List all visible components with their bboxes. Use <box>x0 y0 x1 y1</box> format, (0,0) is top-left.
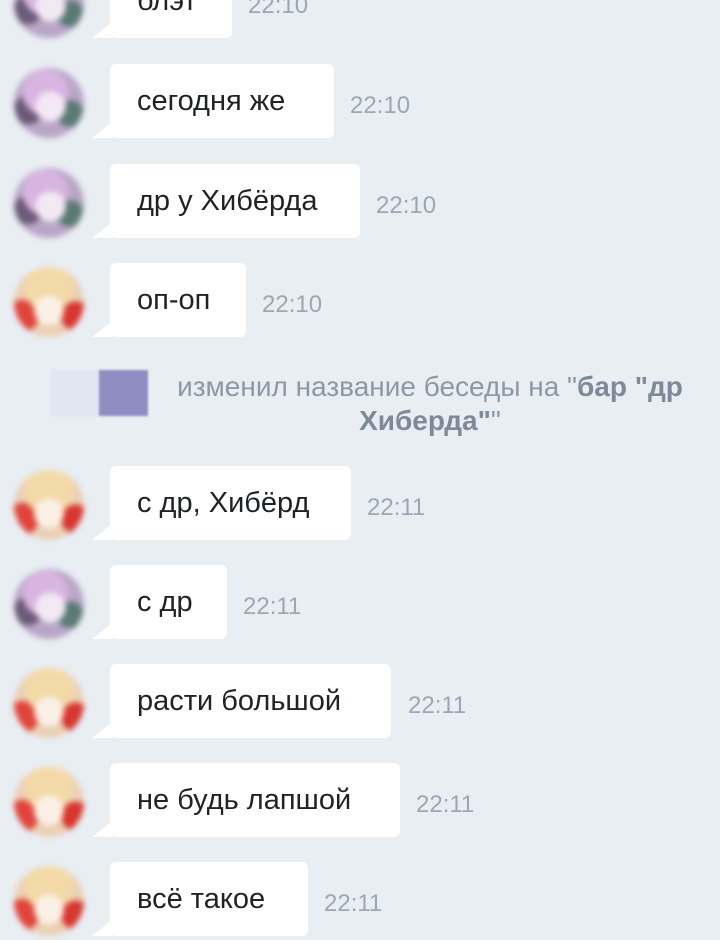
message-bubble[interactable]: с др, Хибёрд <box>92 466 351 540</box>
message-text: всё такое <box>137 882 266 915</box>
message-row: с др, Хибёрд 22:11 <box>0 464 720 544</box>
message-row: оп-оп 22:10 <box>0 261 720 341</box>
message-row: не будь лапшой 22:11 <box>0 761 720 841</box>
message-time: 22:11 <box>324 890 383 917</box>
system-message-text: изменил название беседы на "бар "др Хибе… <box>150 370 710 438</box>
system-action-text: изменил название беседы на " <box>177 371 577 402</box>
message-bubble[interactable]: с др <box>92 565 227 639</box>
blurred-username <box>50 370 148 416</box>
message-time: 22:11 <box>416 791 475 818</box>
system-message-chat-renamed: изменил название беседы на "бар "др Хибе… <box>0 362 720 442</box>
message-time: 22:10 <box>248 0 309 19</box>
message-bubble[interactable]: сегодня же <box>92 64 334 138</box>
message-time: 22:10 <box>262 291 323 318</box>
message-time: 22:10 <box>376 192 437 219</box>
message-bubble[interactable]: оп-оп <box>92 263 246 337</box>
message-bubble[interactable]: др у Хибёрда <box>92 164 360 238</box>
message-text: с др <box>137 585 193 618</box>
message-time: 22:11 <box>367 494 426 521</box>
message-row: расти большой 22:11 <box>0 662 720 742</box>
chat-history: блэт 22:10 сегодня же 22:10 др у Хибёрда… <box>0 0 720 936</box>
sender-avatar[interactable] <box>14 267 84 337</box>
message-time: 22:11 <box>243 593 302 620</box>
sender-avatar[interactable] <box>14 767 84 837</box>
message-text: сегодня же <box>137 84 286 117</box>
message-row: блэт 22:10 <box>0 0 720 42</box>
message-text: не будь лапшой <box>137 783 352 816</box>
sender-avatar[interactable] <box>14 68 84 138</box>
message-time: 22:10 <box>350 92 411 119</box>
message-row: с др 22:11 <box>0 563 720 643</box>
sender-avatar[interactable] <box>14 866 84 936</box>
sender-avatar[interactable] <box>14 569 84 639</box>
message-row: всё такое 22:11 <box>0 860 720 940</box>
message-text: др у Хибёрда <box>137 184 318 217</box>
message-bubble[interactable]: блэт <box>92 0 232 38</box>
message-text: расти большой <box>137 684 342 717</box>
sender-avatar[interactable] <box>14 668 84 738</box>
sender-avatar[interactable] <box>14 168 84 238</box>
message-time: 22:11 <box>408 692 467 719</box>
message-bubble[interactable]: всё такое <box>92 862 308 936</box>
message-bubble[interactable]: расти большой <box>92 664 391 738</box>
message-bubble[interactable]: не будь лапшой <box>92 763 400 837</box>
sender-avatar[interactable] <box>14 0 84 38</box>
message-row: др у Хибёрда 22:10 <box>0 162 720 242</box>
message-text: блэт <box>137 0 197 17</box>
message-row: сегодня же 22:10 <box>0 62 720 142</box>
closing-quote: " <box>490 405 501 436</box>
message-text: оп-оп <box>137 283 211 316</box>
message-text: с др, Хибёрд <box>137 486 310 519</box>
sender-avatar[interactable] <box>14 470 84 540</box>
